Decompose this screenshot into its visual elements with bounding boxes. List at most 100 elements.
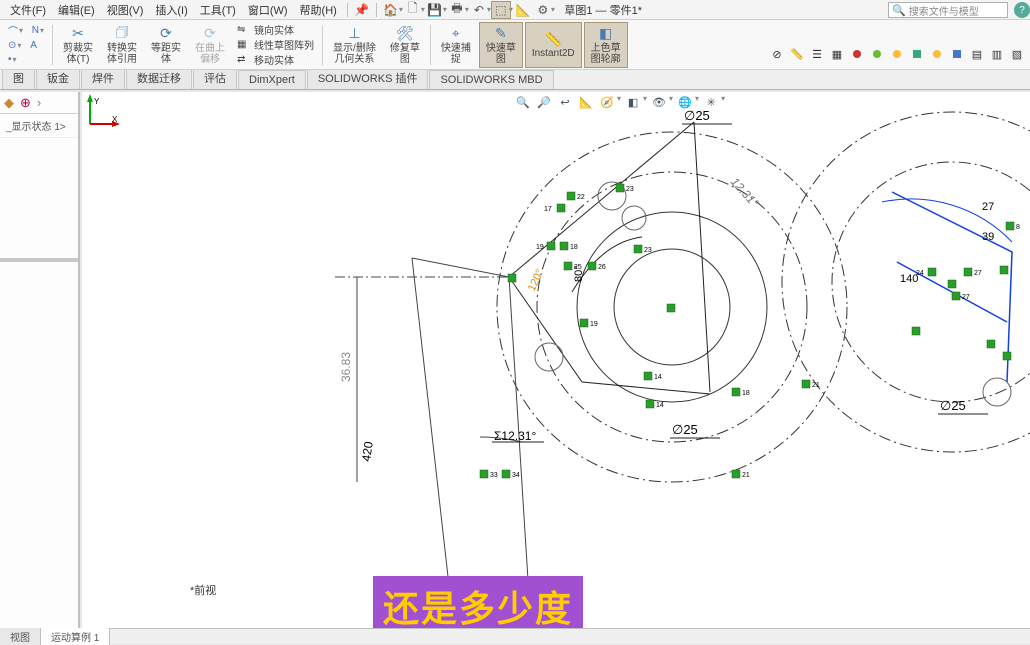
menu-edit[interactable]: 编辑(E) xyxy=(52,0,101,20)
ribbon: ⌒▾ N▾ ⊙▾ A •▾ ✂剪裁实体(T) 🗇转换实体引用 ⟳等距实体 ⟳在曲… xyxy=(0,20,1030,70)
status-tab-motion[interactable]: 运动算例 1 xyxy=(41,628,110,645)
filter-icon[interactable]: ☰ xyxy=(808,46,826,62)
status-blue-icon[interactable] xyxy=(948,46,966,62)
rapid-icon: ✎ xyxy=(491,25,511,43)
status-green-icon[interactable] xyxy=(868,46,886,62)
drawing-svg: 22 17 23 25 26 19 14 14 18 21 21 33 34 2… xyxy=(82,92,1030,628)
svg-text:19: 19 xyxy=(590,321,598,328)
status-yellow-icon[interactable] xyxy=(888,46,906,62)
search-placeholder: 搜索文件与模型 xyxy=(909,3,979,18)
status-green2-icon[interactable] xyxy=(908,46,926,62)
chevron-right-icon[interactable]: › xyxy=(37,95,41,110)
quick-snap-button[interactable]: ⌖快速捕捉 xyxy=(435,22,477,68)
menu-help[interactable]: 帮助(H) xyxy=(294,0,343,20)
dim-sum-12-31: Σ12.31° xyxy=(494,429,536,443)
pushpin-icon[interactable]: 📌 xyxy=(352,1,372,19)
menu-tools[interactable]: 工具(T) xyxy=(194,0,242,20)
separator xyxy=(52,25,53,65)
new-doc-icon[interactable]: 🏠 xyxy=(381,1,401,19)
svg-text:14: 14 xyxy=(654,374,662,381)
dim-27: 27 xyxy=(982,201,994,213)
tool-icon[interactable]: ⊘ xyxy=(768,46,786,62)
svg-text:26: 26 xyxy=(598,264,606,271)
more-icon[interactable]: ▥ xyxy=(988,46,1006,62)
svg-text:X: X xyxy=(112,115,118,124)
svg-text:18: 18 xyxy=(742,390,750,397)
arc-icon[interactable]: ⌒ xyxy=(8,23,18,38)
help-icon[interactable]: ? xyxy=(1014,2,1030,18)
separator xyxy=(347,3,348,17)
save-icon[interactable]: 💾 xyxy=(425,1,445,19)
menu-insert[interactable]: 插入(I) xyxy=(149,0,193,20)
svg-text:27: 27 xyxy=(974,270,982,277)
offset-on-surface-button[interactable]: ⟳在曲上偏移 xyxy=(189,22,231,68)
dim-12-31: 12.31° xyxy=(728,175,762,210)
display-manager-icon[interactable]: ⊕ xyxy=(20,95,31,111)
options-icon[interactable]: ⚙ xyxy=(533,1,553,19)
dropdown-icon[interactable]: ▾ xyxy=(551,5,555,14)
svg-text:21: 21 xyxy=(742,472,750,479)
menu-file[interactable]: 文件(F) xyxy=(4,0,52,20)
text-icon[interactable]: A xyxy=(30,40,37,51)
shaded-icon: ◧ xyxy=(596,25,616,43)
dim-420: 420 xyxy=(359,440,376,462)
layers-icon[interactable]: ▤ xyxy=(968,46,986,62)
move-icon[interactable]: ⇄ xyxy=(237,54,251,66)
mirror-pattern-group: ⇋镜向实体 ▦线性草图阵列 ⇄移动实体 xyxy=(233,22,318,68)
tab-mbd[interactable]: SOLIDWORKS MBD xyxy=(429,70,553,89)
filter-icon[interactable]: ▦ xyxy=(828,46,846,62)
more-icon[interactable]: ▧ xyxy=(1008,46,1026,62)
graphics-area[interactable]: 🔍 🔎 ↩ 📐 🧭▾ ◧▾ 👁▾ 🌐▾ ✳▾ xyxy=(82,92,1030,628)
document-title: 草图1 — 零件1* xyxy=(564,2,642,18)
dim-140: 140 xyxy=(900,273,918,285)
instant2d-icon: 📏 xyxy=(543,30,563,48)
splitter[interactable] xyxy=(0,258,78,262)
mirror-label[interactable]: 镜向实体 xyxy=(254,22,294,37)
svg-text:27: 27 xyxy=(962,294,970,301)
menu-view[interactable]: 视图(V) xyxy=(101,0,150,20)
menubar: 文件(F) 编辑(E) 视图(V) 插入(I) 工具(T) 窗口(W) 帮助(H… xyxy=(0,0,1030,20)
offset-entities-button[interactable]: ⟳等距实体 xyxy=(145,22,187,68)
repair-sketch-button[interactable]: 🛠修复草图 xyxy=(384,22,426,68)
dim-39: 39 xyxy=(982,231,994,243)
instant2d-button[interactable]: 📏Instant2D xyxy=(525,22,582,68)
print-icon[interactable]: 🖶 xyxy=(447,1,467,19)
menu-window[interactable]: 窗口(W) xyxy=(242,0,294,20)
svg-text:14: 14 xyxy=(656,402,664,409)
convert-entities-button[interactable]: 🗇转换实体引用 xyxy=(101,22,143,68)
select-icon[interactable]: ⬚ xyxy=(491,1,511,19)
point-icon[interactable]: • xyxy=(8,54,12,65)
svg-text:8: 8 xyxy=(1016,224,1020,231)
feature-tree-icon[interactable]: ◆ xyxy=(4,95,14,111)
display-relations-button[interactable]: ⊥显示/删除几何关系 xyxy=(327,22,382,68)
rebuild-icon[interactable]: 📐 xyxy=(513,1,533,19)
trim-button[interactable]: ✂剪裁实体(T) xyxy=(57,22,99,68)
offset-surface-icon: ⟳ xyxy=(200,25,220,43)
view-caption: *前视 xyxy=(190,582,216,598)
dim-d25-top: ∅25 xyxy=(684,108,710,123)
view-triad[interactable]: YX xyxy=(82,92,122,132)
circle-icon[interactable]: ⊙ xyxy=(8,40,16,51)
undo-icon[interactable]: ↶ xyxy=(469,1,489,19)
tab-dimxpert[interactable]: DimXpert xyxy=(238,70,306,89)
rapid-sketch-button[interactable]: ✎快速草图 xyxy=(479,22,523,68)
shaded-sketch-button[interactable]: ◧上色草图轮廓 xyxy=(584,22,628,68)
search-input[interactable]: 🔍 搜索文件与模型 xyxy=(888,2,1008,18)
right-toolbar: ⊘ 📏 ☰ ▦ ▤ ▥ ▧ xyxy=(768,46,1026,62)
status-tab-view[interactable]: 视图 xyxy=(0,628,41,645)
move-label[interactable]: 移动实体 xyxy=(254,52,294,67)
svg-text:22: 22 xyxy=(577,194,585,201)
pattern-icon[interactable]: ▦ xyxy=(237,39,251,51)
mirror-icon[interactable]: ⇋ xyxy=(237,24,251,36)
trim-icon: ✂ xyxy=(68,25,88,43)
pattern-label[interactable]: 线性草图阵列 xyxy=(254,37,314,52)
svg-text:34: 34 xyxy=(512,472,520,479)
separator xyxy=(376,3,377,17)
status-red-icon[interactable] xyxy=(848,46,866,62)
spline-icon[interactable]: N xyxy=(32,25,39,36)
repair-icon: 🛠 xyxy=(395,25,415,43)
open-icon[interactable]: 🗋 xyxy=(403,1,423,19)
svg-text:21: 21 xyxy=(812,382,820,389)
ruler-icon[interactable]: 📏 xyxy=(788,46,806,62)
status-yellow2-icon[interactable] xyxy=(928,46,946,62)
